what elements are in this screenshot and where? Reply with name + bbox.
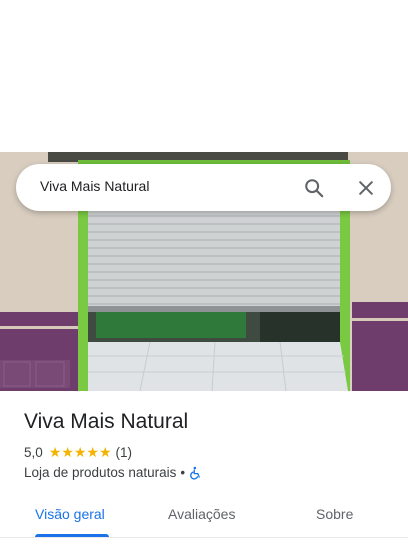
close-icon (359, 181, 373, 195)
tab-about[interactable]: Sobre (316, 506, 353, 522)
tab-overview[interactable]: Visão geral (35, 506, 105, 522)
search-button[interactable] (302, 176, 326, 200)
wheelchair-icon (189, 466, 203, 480)
place-tabs: Visão geral Avaliações Sobre (0, 502, 408, 544)
place-category: Loja de produtos naturais (24, 465, 177, 480)
separator-dot: • (180, 465, 186, 480)
rating-value: 5,0 (24, 445, 43, 460)
tab-reviews[interactable]: Avaliações (168, 506, 235, 522)
category-row: Loja de produtos naturais • (24, 465, 203, 480)
rating-row[interactable]: 5,0 ★★★★★ (1) (24, 444, 132, 461)
search-icon (305, 179, 324, 198)
place-title: Viva Mais Natural (24, 410, 189, 433)
search-input[interactable]: Viva Mais Natural (40, 178, 149, 194)
clear-search-button[interactable] (354, 176, 378, 200)
search-bar[interactable]: Viva Mais Natural (16, 164, 391, 211)
review-count[interactable]: (1) (116, 445, 133, 460)
tabs-divider (0, 537, 408, 538)
rating-stars: ★★★★★ (48, 444, 112, 460)
